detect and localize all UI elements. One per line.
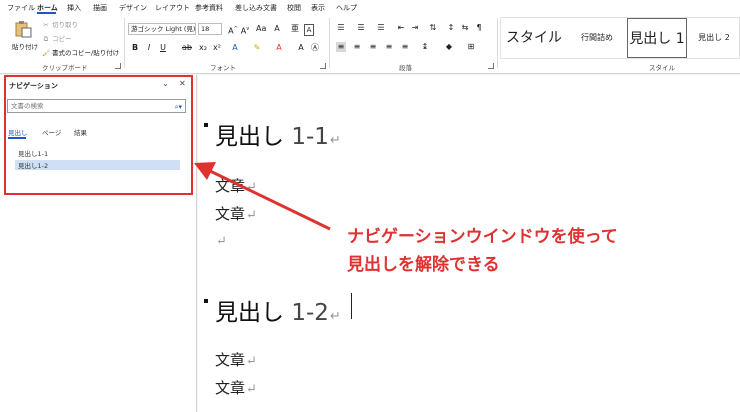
annotation-text-line-1: ナビゲーションウインドウを使って xyxy=(347,227,618,247)
annotation-arrow xyxy=(194,162,331,231)
annotation-text-line-2: 見出しを解除できる xyxy=(347,255,500,275)
